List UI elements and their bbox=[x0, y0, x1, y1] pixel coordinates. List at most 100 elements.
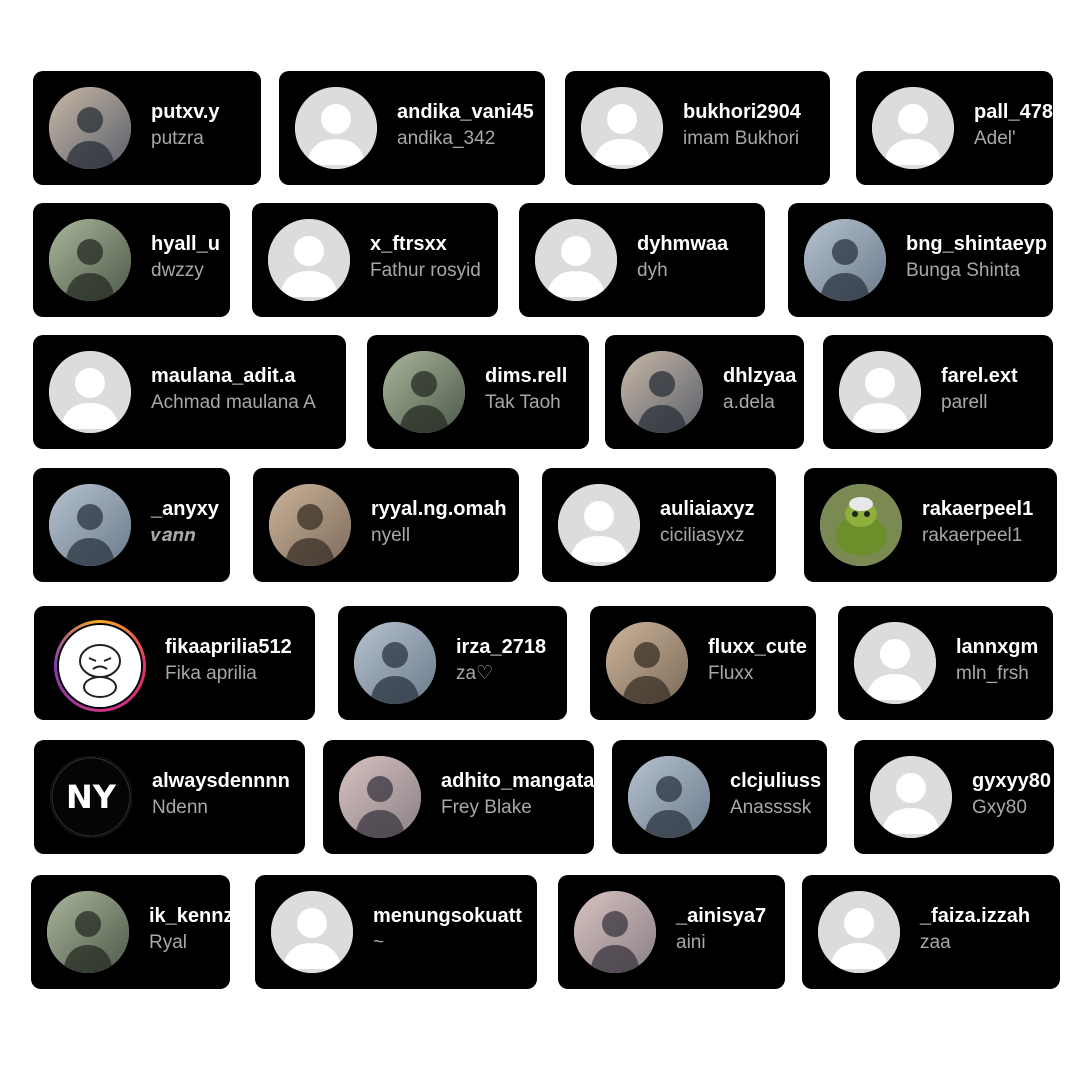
avatar[interactable] bbox=[558, 484, 640, 566]
username[interactable]: putxv.y bbox=[151, 99, 220, 125]
display-name: putzra bbox=[151, 128, 204, 149]
avatar[interactable] bbox=[49, 219, 131, 301]
avatar[interactable] bbox=[839, 351, 921, 433]
username[interactable]: menungsokuatt bbox=[373, 903, 522, 929]
username[interactable]: pall_478 bbox=[974, 99, 1053, 125]
avatar[interactable] bbox=[295, 87, 377, 169]
username[interactable]: farel.ext bbox=[941, 363, 1018, 389]
avatar[interactable]: NY bbox=[50, 756, 132, 838]
avatar[interactable] bbox=[271, 891, 353, 973]
account-card[interactable]: rakaerpeel1 rakaerpeel1 bbox=[804, 468, 1057, 582]
account-text: auliaiaxyz ciciliasyxz bbox=[660, 496, 755, 550]
account-card[interactable]: NY alwaysdennnn Ndenn bbox=[34, 740, 305, 854]
account-card[interactable]: dyhmwaa dyh bbox=[519, 203, 765, 317]
avatar[interactable] bbox=[872, 87, 954, 169]
account-card[interactable]: _anyxy 𝒗𝒂𝒏𝒏 bbox=[33, 468, 230, 582]
avatar[interactable] bbox=[628, 756, 710, 838]
avatar[interactable] bbox=[854, 622, 936, 704]
avatar[interactable] bbox=[47, 891, 129, 973]
username[interactable]: gyxyy80 bbox=[972, 768, 1051, 794]
username[interactable]: dims.rell bbox=[485, 363, 567, 389]
username[interactable]: hyall_u bbox=[151, 231, 220, 257]
default-avatar-icon bbox=[870, 756, 952, 838]
username[interactable]: dyhmwaa bbox=[637, 231, 728, 257]
avatar[interactable] bbox=[49, 484, 131, 566]
username[interactable]: irza_2718 bbox=[456, 634, 546, 660]
username[interactable]: bukhori2904 bbox=[683, 99, 801, 125]
account-card[interactable]: pall_478 Adel' bbox=[856, 71, 1053, 185]
username[interactable]: alwaysdennnn bbox=[152, 768, 290, 794]
account-card[interactable]: ik_kennz Ryal bbox=[31, 875, 233, 989]
username[interactable]: x_ftrsxx bbox=[370, 231, 481, 257]
avatar[interactable] bbox=[606, 622, 688, 704]
profile-photo bbox=[383, 351, 465, 433]
profile-photo bbox=[339, 756, 421, 838]
account-card[interactable]: adhito_mangata Frey Blake bbox=[323, 740, 594, 854]
username[interactable]: lannxgm bbox=[956, 634, 1038, 660]
username[interactable]: fluxx_cute bbox=[708, 634, 807, 660]
account-card[interactable]: x_ftrsxx Fathur rosyid bbox=[252, 203, 498, 317]
logo-ny-image: NY bbox=[50, 756, 132, 838]
account-card[interactable]: _faiza.izzah zaa bbox=[802, 875, 1060, 989]
username[interactable]: clcjuliuss bbox=[730, 768, 821, 794]
username[interactable]: ik_kennz bbox=[149, 903, 233, 929]
account-card[interactable]: maulana_adit.a Achmad maulana A bbox=[33, 335, 346, 449]
account-card[interactable]: farel.ext parell bbox=[823, 335, 1053, 449]
avatar[interactable] bbox=[574, 891, 656, 973]
display-name: Frey Blake bbox=[441, 797, 532, 818]
profile-photo bbox=[606, 622, 688, 704]
username[interactable]: dhlzyaa bbox=[723, 363, 796, 389]
avatar[interactable] bbox=[59, 625, 141, 707]
account-card[interactable]: dims.rell Tak Taoh bbox=[367, 335, 589, 449]
username[interactable]: _faiza.izzah bbox=[920, 903, 1030, 929]
account-text: bng_shintaeyp Bunga Shinta bbox=[906, 231, 1047, 285]
profile-photo bbox=[804, 219, 886, 301]
username[interactable]: rakaerpeel1 bbox=[922, 496, 1033, 522]
username[interactable]: maulana_adit.a bbox=[151, 363, 316, 389]
avatar[interactable] bbox=[870, 756, 952, 838]
username[interactable]: adhito_mangata bbox=[441, 768, 594, 794]
account-card[interactable]: fluxx_cute Fluxx bbox=[590, 606, 816, 720]
username[interactable]: auliaiaxyz bbox=[660, 496, 755, 522]
avatar[interactable] bbox=[49, 351, 131, 433]
account-card[interactable]: auliaiaxyz ciciliasyxz bbox=[542, 468, 776, 582]
avatar[interactable] bbox=[49, 87, 131, 169]
avatar[interactable] bbox=[621, 351, 703, 433]
avatar[interactable] bbox=[581, 87, 663, 169]
display-name: za♡ bbox=[456, 663, 494, 684]
account-card[interactable]: _ainisya7 aini bbox=[558, 875, 785, 989]
display-name: rakaerpeel1 bbox=[922, 525, 1023, 546]
account-card[interactable]: bng_shintaeyp Bunga Shinta bbox=[788, 203, 1053, 317]
display-name: Achmad maulana A bbox=[151, 392, 316, 413]
avatar[interactable] bbox=[339, 756, 421, 838]
username[interactable]: _ainisya7 bbox=[676, 903, 766, 929]
avatar[interactable] bbox=[820, 484, 902, 566]
avatar[interactable] bbox=[268, 219, 350, 301]
account-card[interactable]: lannxgm mln_frsh bbox=[838, 606, 1053, 720]
account-card[interactable]: irza_2718 za♡ bbox=[338, 606, 567, 720]
username[interactable]: _anyxy bbox=[151, 496, 219, 522]
account-card[interactable]: ryyal.ng.omah nyell bbox=[253, 468, 519, 582]
avatar[interactable] bbox=[354, 622, 436, 704]
avatar[interactable] bbox=[818, 891, 900, 973]
avatar[interactable] bbox=[383, 351, 465, 433]
account-card[interactable]: gyxyy80 Gxy80 bbox=[854, 740, 1054, 854]
username[interactable]: bng_shintaeyp bbox=[906, 231, 1047, 257]
avatar[interactable] bbox=[804, 219, 886, 301]
account-card[interactable]: dhlzyaa a.dela bbox=[605, 335, 804, 449]
username[interactable]: andika_vani45 bbox=[397, 99, 534, 125]
account-card[interactable]: putxv.y putzra bbox=[33, 71, 261, 185]
avatar[interactable] bbox=[269, 484, 351, 566]
account-card[interactable]: clcjuliuss Anassssk bbox=[612, 740, 827, 854]
username[interactable]: fikaaprilia512 bbox=[165, 634, 292, 660]
account-card[interactable]: andika_vani45 andika_342 bbox=[279, 71, 545, 185]
account-card[interactable]: fikaaprilia512 Fika aprilia bbox=[34, 606, 315, 720]
avatar[interactable] bbox=[535, 219, 617, 301]
username[interactable]: ryyal.ng.omah bbox=[371, 496, 507, 522]
display-name: nyell bbox=[371, 525, 411, 546]
account-card[interactable]: hyall_u dwzzy bbox=[33, 203, 230, 317]
display-name: parell bbox=[941, 392, 988, 413]
account-card[interactable]: bukhori2904 imam Bukhori bbox=[565, 71, 830, 185]
display-name: ciciliasyxz bbox=[660, 525, 745, 546]
account-card[interactable]: menungsokuatt ~ bbox=[255, 875, 537, 989]
